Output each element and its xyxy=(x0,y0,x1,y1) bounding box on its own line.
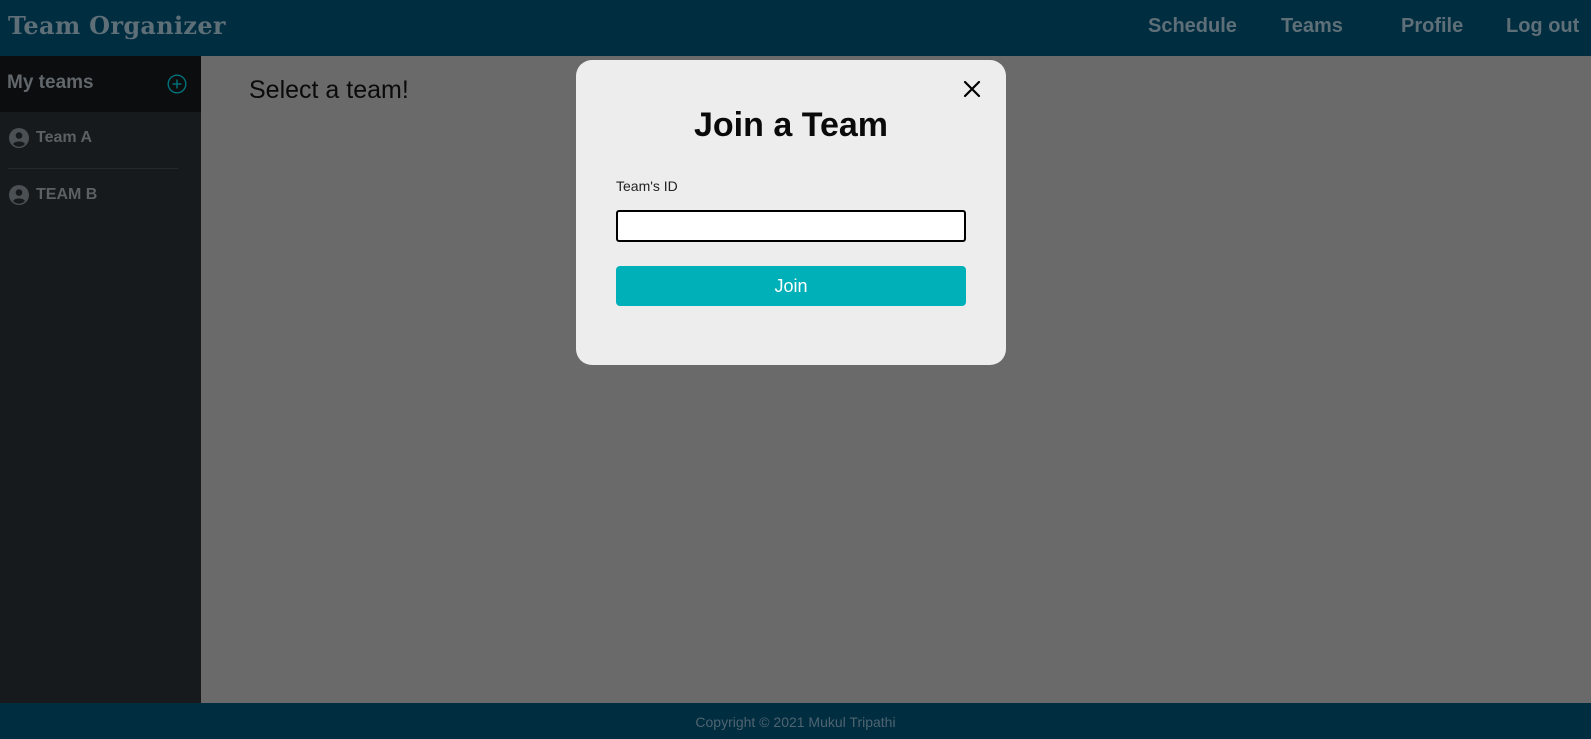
join-team-modal: Join a Team Team's ID Join xyxy=(576,60,1006,365)
sidebar: My teams Team A TEAM B xyxy=(0,56,201,703)
user-circle-icon xyxy=(9,185,29,205)
join-button[interactable]: Join xyxy=(616,266,966,306)
brand-logo[interactable]: Team Organizer xyxy=(8,11,226,40)
nav-link-schedule[interactable]: Schedule xyxy=(1148,15,1237,38)
sidebar-item-label: Team A xyxy=(36,129,93,146)
plus-circle-icon[interactable] xyxy=(167,74,187,94)
page-title: Select a team! xyxy=(249,76,409,104)
nav-link-profile[interactable]: Profile xyxy=(1401,15,1463,38)
navbar: Team Organizer Schedule Teams Profile Lo… xyxy=(0,0,1591,56)
nav-link-logout[interactable]: Log out xyxy=(1506,15,1579,38)
sidebar-item-team-b[interactable]: TEAM B xyxy=(0,169,201,225)
sidebar-item-team-a[interactable]: Team A xyxy=(0,112,201,168)
team-id-input[interactable] xyxy=(616,210,966,242)
copyright-text: Copyright © 2021 Mukul Tripathi xyxy=(695,714,896,730)
modal-title: Join a Team xyxy=(694,106,888,144)
team-id-label: Team's ID xyxy=(616,178,678,194)
sidebar-item-label: TEAM B xyxy=(36,186,98,203)
sidebar-title: My teams xyxy=(7,72,94,93)
sidebar-header: My teams xyxy=(0,56,201,112)
footer: Copyright © 2021 Mukul Tripathi xyxy=(0,703,1591,739)
user-circle-icon xyxy=(9,128,29,148)
close-icon[interactable] xyxy=(961,78,983,100)
nav-link-teams[interactable]: Teams xyxy=(1281,15,1343,38)
